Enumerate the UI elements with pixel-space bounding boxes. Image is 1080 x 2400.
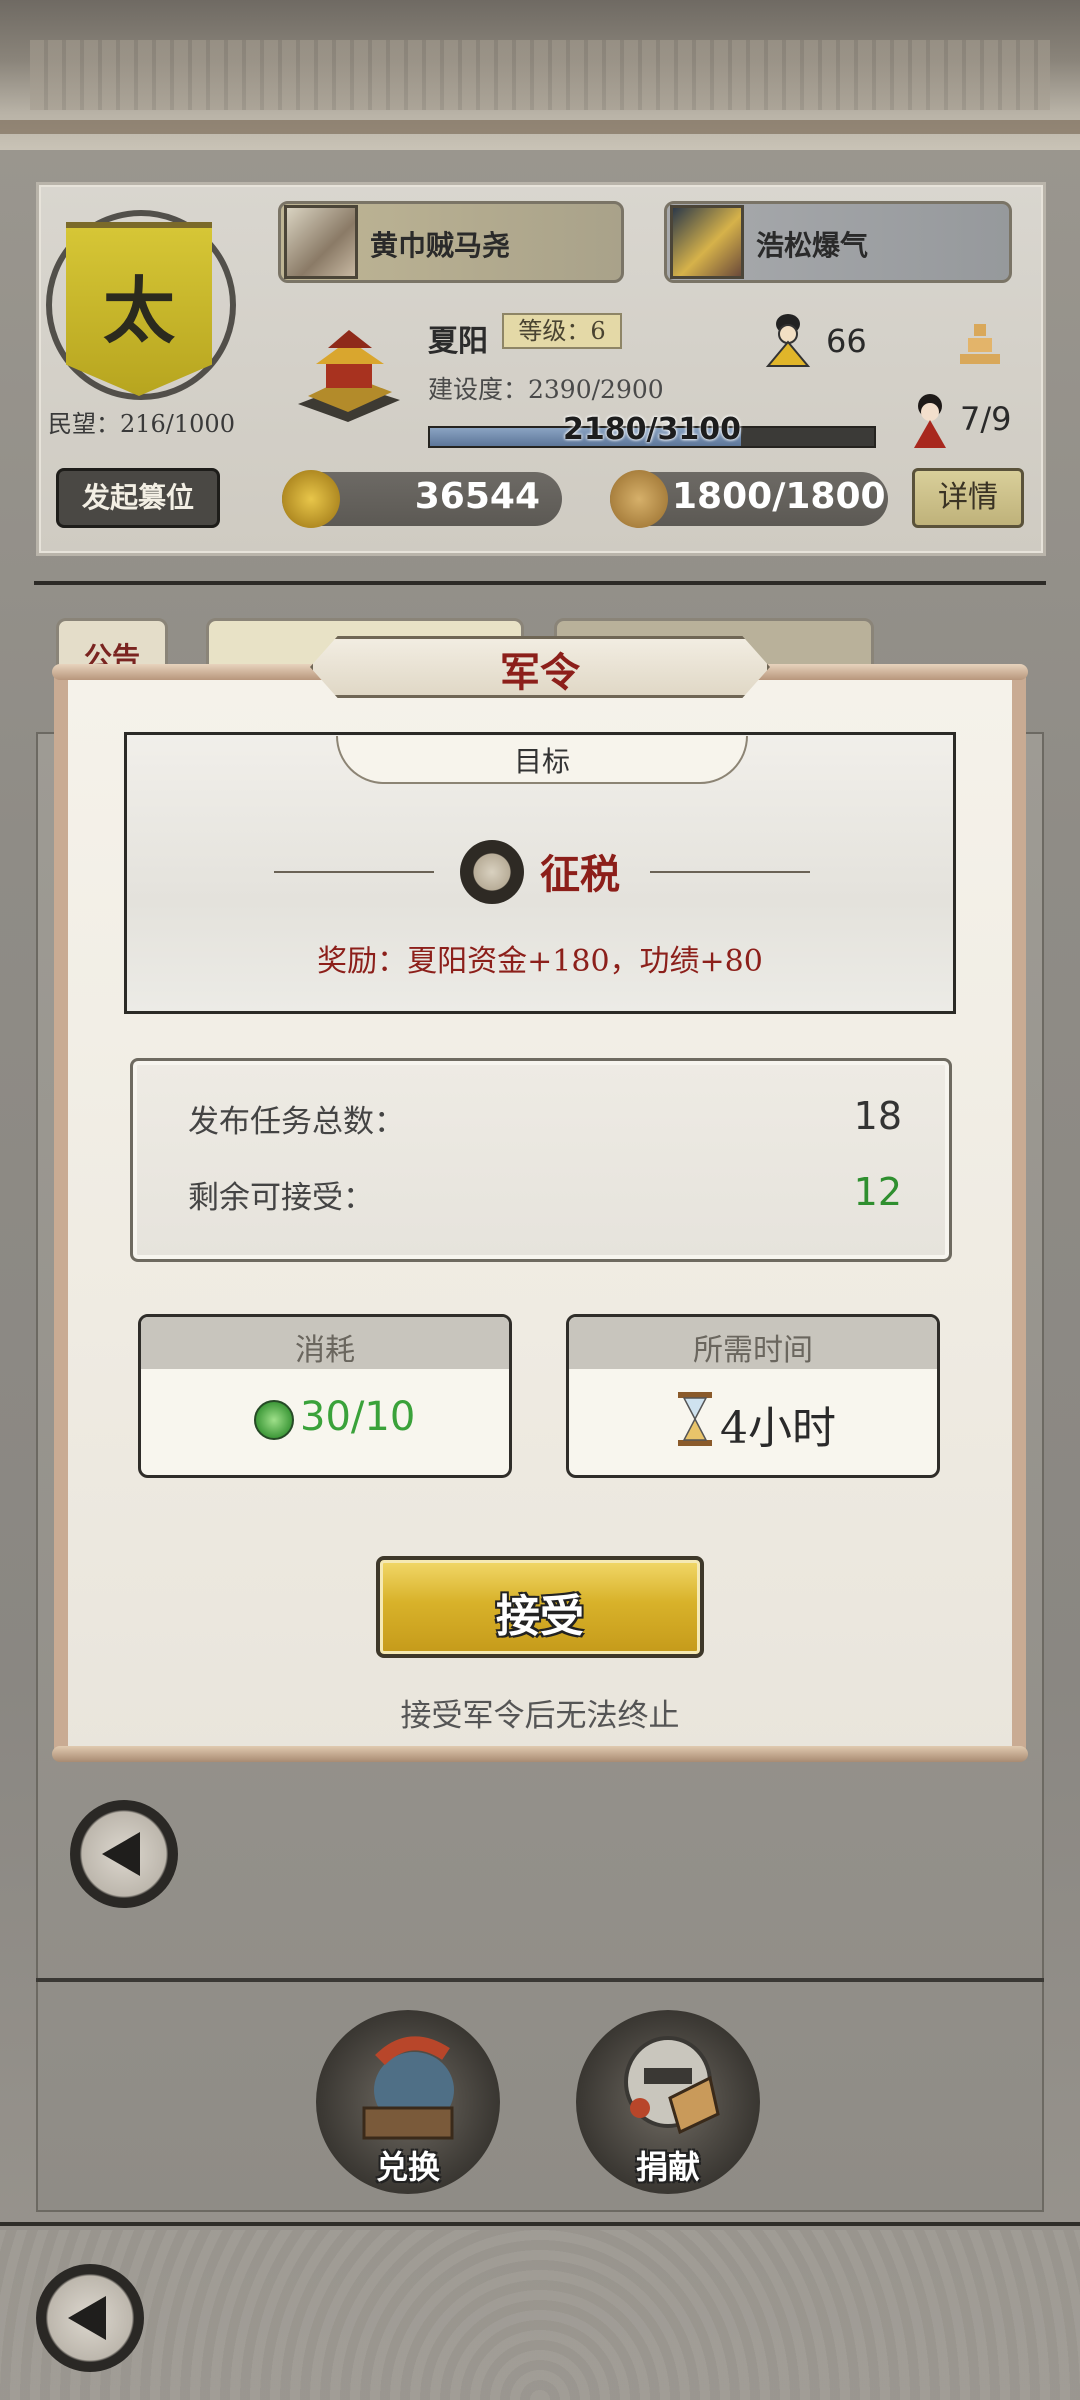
divider — [34, 581, 1046, 585]
time-label: 所需时间 — [693, 1333, 813, 1368]
beauty-count: 7/9 — [960, 400, 1012, 438]
task-name: 征税 — [540, 851, 620, 898]
remaining-value: 12 — [853, 1170, 902, 1214]
city-level: 等级：6 — [502, 313, 622, 349]
divider — [36, 1978, 1044, 1982]
divider — [0, 2222, 1080, 2226]
grain-sack-icon — [610, 470, 668, 528]
gold-coin-icon — [282, 470, 340, 528]
exchange-label: 兑换 — [375, 2148, 440, 2186]
avatar — [284, 205, 358, 279]
hint-text: 接受军令后无法终止 — [400, 1698, 680, 1734]
public-reputation: 民望：216/1000 — [48, 410, 235, 438]
hourglass-icon — [678, 1392, 712, 1446]
rank-char: 太 — [102, 268, 175, 353]
detail-button[interactable]: 详情 — [912, 468, 1024, 528]
cost-value: 30/10 — [300, 1394, 416, 1440]
time-value: 4小时 — [720, 1403, 836, 1454]
scroll-rod-bottom — [52, 1746, 1028, 1762]
usurp-button[interactable]: 发起篡位 — [56, 468, 220, 528]
roof-ridge — [0, 120, 1080, 134]
accept-button-label: 接受 — [496, 1591, 584, 1642]
officials-count: 66 — [826, 322, 867, 360]
back-arrow-icon — [68, 2296, 106, 2340]
total-tasks-value: 18 — [853, 1094, 902, 1138]
player-name-2: 浩松爆气 — [756, 229, 869, 262]
total-tasks-label: 发布任务总数： — [188, 1104, 405, 1140]
back-button[interactable] — [70, 1800, 178, 1908]
energy-bolt-icon — [254, 1400, 294, 1440]
avatar — [670, 205, 744, 279]
donate-label: 捐献 — [635, 2148, 700, 2186]
donate-button[interactable]: 捐献 — [576, 2010, 760, 2194]
progress-text: 2180/3100 — [563, 412, 741, 447]
beauty-icon — [914, 394, 946, 448]
construction-degree: 建设度：2390/2900 — [428, 375, 664, 404]
exchange-button[interactable]: 兑换 — [316, 2010, 500, 2194]
decorative-line-right — [650, 871, 810, 873]
reward-text: 奖励：夏阳资金+180，功绩+80 — [317, 944, 763, 979]
cost-label: 消耗 — [295, 1333, 355, 1368]
wave-pattern — [0, 2230, 1080, 2400]
target-label: 目标 — [513, 745, 570, 778]
page-title: 军令 — [500, 649, 580, 696]
back-button-2[interactable] — [36, 2264, 144, 2372]
grain-value: 1800/1800 — [672, 476, 886, 517]
decorative-line-left — [274, 871, 434, 873]
task-count-box — [130, 1058, 952, 1262]
city-name: 夏阳 — [428, 324, 488, 359]
city-castle-icon[interactable] — [288, 326, 408, 438]
official-icon — [765, 314, 811, 367]
tax-coins-icon — [460, 840, 524, 904]
player-name-1: 黄巾贼马尧 — [370, 229, 511, 262]
remaining-label: 剩余可接受： — [188, 1180, 374, 1216]
armor-icon — [624, 2036, 720, 2135]
tower-icon[interactable] — [954, 318, 1006, 370]
roof-tiles — [30, 40, 1050, 110]
back-arrow-icon — [102, 1832, 140, 1876]
gold-value: 36544 — [414, 476, 540, 517]
helmet-icon — [362, 2036, 454, 2140]
